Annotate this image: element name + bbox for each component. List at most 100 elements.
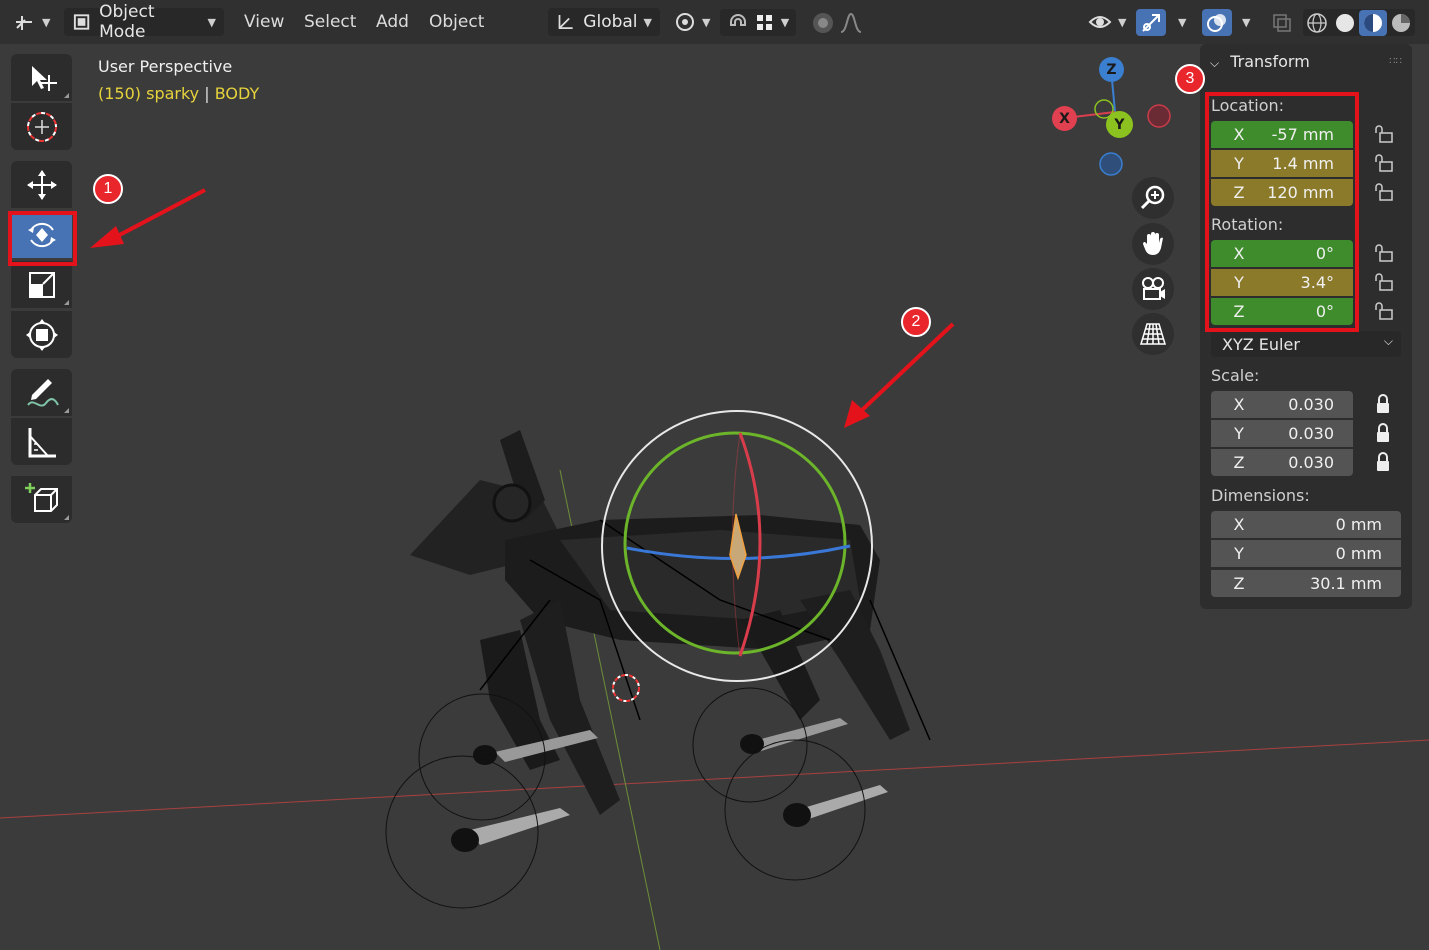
lock-icon[interactable] xyxy=(1372,394,1394,414)
scale-icon xyxy=(28,271,55,298)
visibility-button[interactable]: ▼ xyxy=(1088,8,1126,36)
camera-icon xyxy=(1142,277,1165,300)
field-value: 0 mm xyxy=(1335,544,1382,563)
frame-object: (150) sparky xyxy=(98,84,200,103)
scale-z-field[interactable]: Z 0.030 xyxy=(1211,449,1353,476)
field-value: 30.1 mm xyxy=(1310,574,1382,593)
chevron-down-icon: ▼ xyxy=(42,15,51,29)
snap-grid-icon xyxy=(756,14,772,30)
axes-icon xyxy=(16,16,32,30)
unlock-icon[interactable] xyxy=(1372,301,1394,321)
mode-label: Object Mode xyxy=(99,2,155,42)
axis-label: X xyxy=(1233,395,1245,414)
menu-select[interactable]: Select xyxy=(304,8,356,36)
mode-selector[interactable]: Object Mode ▼ xyxy=(64,2,224,42)
orientation-icon xyxy=(558,14,573,30)
drag-handle-icon[interactable]: ∷∷ xyxy=(1389,56,1402,67)
overlay-toggle[interactable] xyxy=(1202,9,1232,36)
editor-type-button[interactable]: ▼ xyxy=(14,8,50,36)
annotation-badge-3: 3 xyxy=(1175,64,1205,94)
scale-y-field[interactable]: Y 0.030 xyxy=(1211,420,1353,447)
wireframe-shading-icon xyxy=(1307,12,1327,33)
material-shading-icon xyxy=(1359,9,1387,36)
unlock-icon[interactable] xyxy=(1372,182,1394,202)
zoom-button[interactable] xyxy=(1132,177,1174,219)
gizmo-dropdown[interactable]: ▼ xyxy=(1172,8,1186,36)
dimensions-label: Dimensions: xyxy=(1211,486,1310,505)
gizmo-z-axis[interactable]: Z xyxy=(1099,57,1124,82)
chevron-down-icon: ⌵ xyxy=(1383,334,1393,348)
xray-toggle[interactable] xyxy=(1268,9,1296,36)
pan-button[interactable] xyxy=(1132,223,1174,265)
dimensions-x-field[interactable]: X 0 mm xyxy=(1211,511,1401,538)
field-value: 0.030 xyxy=(1288,453,1334,472)
annotate-tool[interactable] xyxy=(11,369,72,416)
axis-label: Y xyxy=(1234,424,1244,443)
ruler-icon xyxy=(28,427,56,457)
select-cursor-icon xyxy=(31,65,57,91)
chevron-down-icon: ▼ xyxy=(643,15,652,29)
view-name: User Perspective xyxy=(98,57,233,76)
highlight-transform-fields xyxy=(1205,92,1359,332)
axis-label: Z xyxy=(1233,453,1245,472)
lock-icon[interactable] xyxy=(1372,452,1394,472)
dimensions-z-field[interactable]: Z 30.1 mm xyxy=(1211,570,1401,597)
axis-label: X xyxy=(1233,515,1245,534)
field-value: 0 mm xyxy=(1335,515,1382,534)
unlock-icon[interactable] xyxy=(1372,124,1394,144)
transform-orientation-selector[interactable]: Global ▼ xyxy=(548,8,660,36)
menu-add[interactable]: Add xyxy=(376,8,409,36)
menu-object[interactable]: Object xyxy=(429,8,484,36)
dimensions-y-field[interactable]: Y 0 mm xyxy=(1211,540,1401,567)
chevron-down-icon: ▼ xyxy=(1178,15,1187,29)
cursor-tool[interactable] xyxy=(11,103,72,150)
lock-icon[interactable] xyxy=(1372,423,1394,443)
menu-view[interactable]: View xyxy=(244,8,284,36)
solid-shading-icon xyxy=(1336,13,1354,32)
snap-group[interactable]: ▼ xyxy=(720,9,796,36)
measure-tool[interactable] xyxy=(11,418,72,465)
rotation-mode-value: XYZ Euler xyxy=(1222,334,1300,354)
highlight-rotate-tool xyxy=(8,211,77,266)
move-arrows-icon xyxy=(26,169,57,200)
proportional-edit-group[interactable] xyxy=(803,9,871,36)
annotation-arrow-2 xyxy=(844,322,955,428)
orientation-label: Global xyxy=(583,12,638,32)
3d-cursor-icon xyxy=(26,111,57,142)
rotation-mode-select[interactable]: XYZ Euler ⌵ xyxy=(1211,331,1401,357)
zoom-icon xyxy=(1140,185,1165,210)
annotation-badge-1: 1 xyxy=(93,174,123,204)
falloff-curve-icon xyxy=(840,12,862,33)
pivot-icon xyxy=(676,13,694,31)
chevron-down-icon: ▼ xyxy=(207,15,216,29)
gizmo-x-axis[interactable]: X xyxy=(1052,106,1077,131)
panel-header[interactable]: ⌵ Transform xyxy=(1210,52,1310,71)
unlock-icon[interactable] xyxy=(1372,272,1394,292)
bone-name: BODY xyxy=(214,84,260,103)
transform-tool[interactable] xyxy=(11,311,72,358)
rendered-shading-icon xyxy=(1392,13,1410,32)
separator: | xyxy=(204,84,210,103)
gizmo-toggle[interactable] xyxy=(1136,9,1166,36)
viewport-header: ▼ Object Mode ▼ View Select Add Object G… xyxy=(0,0,1429,44)
hand-icon xyxy=(1143,232,1163,255)
scale-tool[interactable] xyxy=(11,261,72,308)
object-mode-icon xyxy=(73,14,90,30)
camera-view-button[interactable] xyxy=(1132,268,1174,310)
unlock-icon[interactable] xyxy=(1372,243,1394,263)
add-cube-tool[interactable] xyxy=(11,476,72,523)
perspective-toggle-button[interactable] xyxy=(1132,313,1174,355)
gizmo-y-axis[interactable]: Y xyxy=(1106,111,1133,138)
panel-title: Transform xyxy=(1230,52,1310,71)
unlock-icon[interactable] xyxy=(1372,153,1394,173)
transform-icon xyxy=(25,318,58,351)
snap-magnet-icon xyxy=(729,13,746,26)
move-tool[interactable] xyxy=(11,161,72,208)
select-box-tool[interactable] xyxy=(11,54,72,101)
pivot-point-button[interactable]: ▼ xyxy=(674,8,710,36)
overlay-dropdown[interactable]: ▼ xyxy=(1236,8,1250,36)
scale-x-field[interactable]: X 0.030 xyxy=(1211,391,1353,418)
field-value: 0.030 xyxy=(1288,424,1334,443)
shading-group[interactable] xyxy=(1303,9,1415,36)
axis-label: Y xyxy=(1234,544,1244,563)
